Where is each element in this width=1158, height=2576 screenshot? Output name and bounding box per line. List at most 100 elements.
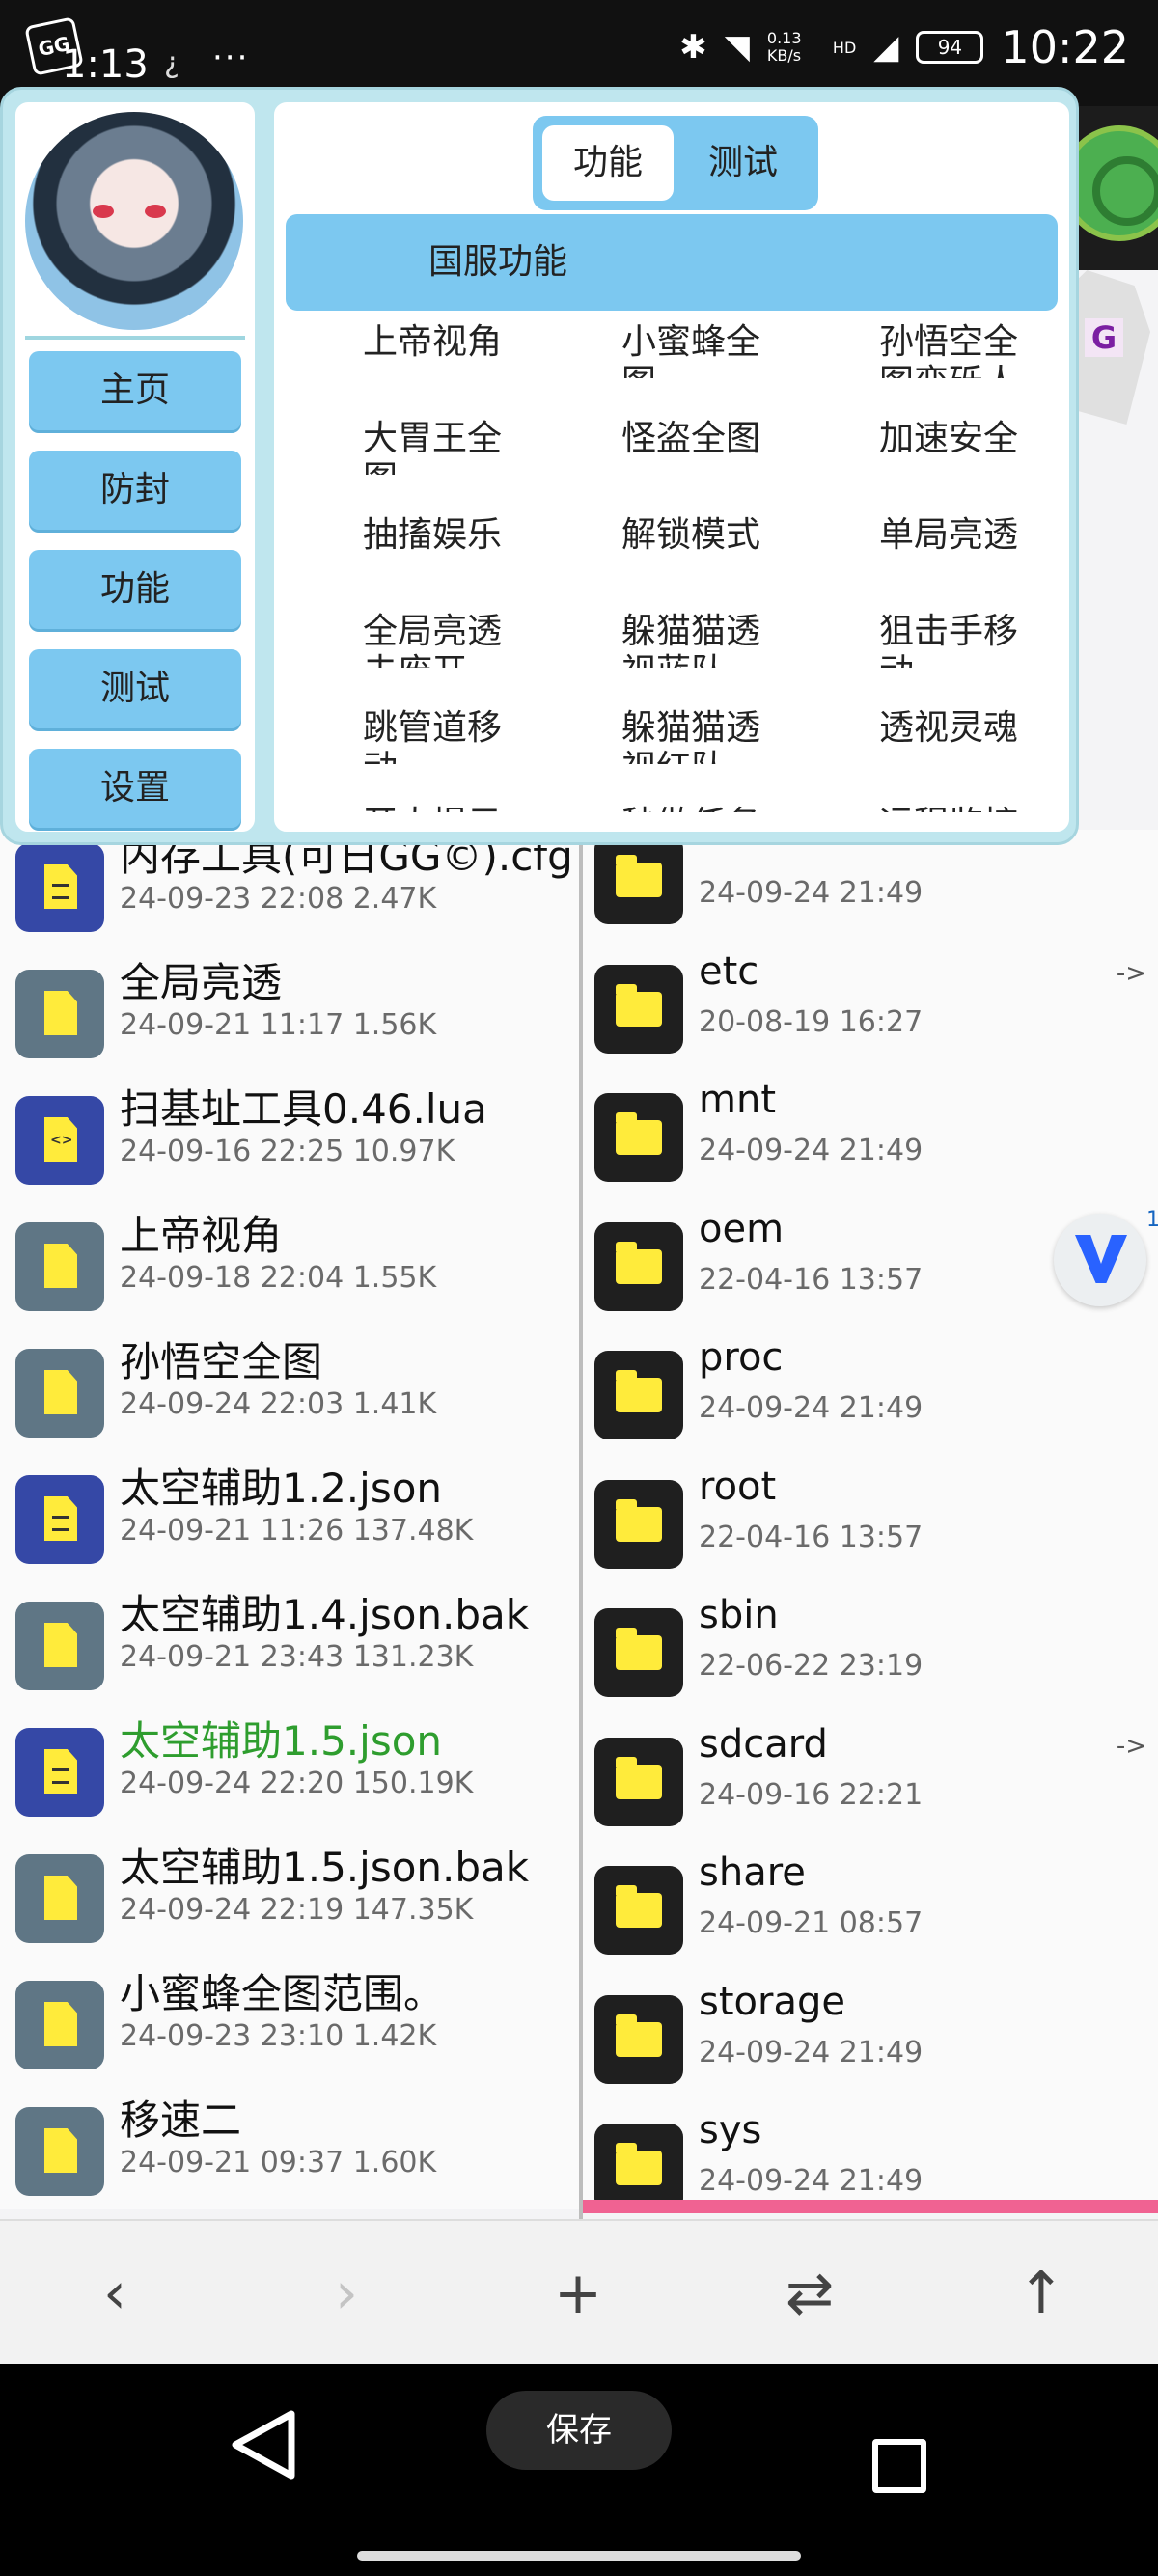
folder-name: share bbox=[699, 1850, 806, 1895]
back-icon[interactable]: ‹ bbox=[71, 2250, 158, 2337]
up-icon[interactable]: ↑ bbox=[998, 2250, 1085, 2337]
file-row[interactable]: <> 扫基址工具0.46.lua 24-09-16 22:25 10.97K bbox=[0, 1067, 579, 1192]
file-row[interactable]: 孙悟空全图 24-09-24 22:03 1.41K bbox=[0, 1320, 579, 1445]
tab-bar: 功能 测试 bbox=[533, 116, 818, 210]
feature-item[interactable]: 孙悟空全图变砾人 bbox=[879, 322, 1034, 378]
network-speed: 0.13 KB/s bbox=[766, 29, 802, 65]
file-row[interactable]: 上帝视角 24-09-18 22:04 1.55K bbox=[0, 1193, 579, 1319]
folder-row[interactable]: sbin 22-06-22 23:19 bbox=[583, 1579, 1158, 1708]
forward-icon[interactable]: › bbox=[303, 2250, 390, 2337]
folder-icon bbox=[594, 1479, 683, 1569]
folder-row[interactable]: root 22-04-16 13:57 bbox=[583, 1451, 1158, 1579]
folder-meta: 24-09-24 21:49 bbox=[699, 2035, 924, 2069]
bottom-toolbar: ‹ › + ⇄ ↑ bbox=[0, 2219, 1158, 2364]
folder-icon bbox=[594, 1866, 683, 1955]
folder-icon bbox=[594, 1737, 683, 1826]
sidebar-item-4[interactable]: 测试 bbox=[29, 649, 241, 728]
folder-name: oem bbox=[699, 1206, 785, 1251]
feature-item[interactable]: 小蜜蜂全图 bbox=[621, 322, 776, 378]
symlink-arrow: -> bbox=[1116, 958, 1146, 988]
feature-item[interactable]: 远程监控 bbox=[879, 805, 1034, 812]
sidebar-item-5[interactable]: 设置 bbox=[29, 749, 241, 828]
file-meta: 24-09-24 22:19 147.35K bbox=[120, 1893, 474, 1927]
folder-icon bbox=[594, 1994, 683, 2084]
folder-row[interactable]: mnt 24-09-24 21:49 bbox=[583, 1064, 1158, 1192]
file-row[interactable]: 全局亮透 24-09-21 11:17 1.56K bbox=[0, 941, 579, 1066]
feature-item[interactable]: 躲猫猫透视红队 bbox=[621, 708, 776, 764]
tab-test[interactable]: 测试 bbox=[677, 125, 809, 201]
file-doc-icon bbox=[15, 1349, 104, 1438]
floating-v-icon[interactable]: 1 bbox=[1054, 1208, 1158, 1306]
feature-item[interactable]: 全局亮透去废开 bbox=[363, 612, 517, 668]
file-meta: 24-09-21 23:43 131.23K bbox=[120, 1640, 474, 1674]
file-row[interactable]: 移速二 24-09-21 09:37 1.60K bbox=[0, 2078, 579, 2204]
file-meta: 24-09-21 11:17 1.56K bbox=[120, 1008, 437, 1042]
signal-icon: ◢ bbox=[873, 28, 899, 67]
sidebar-item-3[interactable]: 功能 bbox=[29, 550, 241, 629]
folder-row[interactable]: storage 24-09-24 21:49 bbox=[583, 1966, 1158, 2095]
file-row[interactable]: 小蜜蜂全图范围。 24-09-23 23:10 1.42K bbox=[0, 1952, 579, 2077]
folder-row[interactable]: proc 24-09-24 21:49 bbox=[583, 1322, 1158, 1450]
folder-name: proc bbox=[699, 1335, 784, 1380]
feature-item[interactable]: 躲猫猫透视蓝队 bbox=[621, 612, 776, 668]
folder-icon bbox=[594, 964, 683, 1054]
file-row[interactable]: 太空辅助1.5.json 24-09-24 22:20 150.19K bbox=[0, 1699, 579, 1824]
system-nav-bar: 保存 bbox=[0, 2364, 1158, 2576]
file-row[interactable]: 太空辅助1.2.json 24-09-21 11:26 137.48K bbox=[0, 1446, 579, 1572]
file-row[interactable]: 太空辅助1.5.json.bak 24-09-24 22:19 147.35K bbox=[0, 1825, 579, 1951]
feature-item[interactable]: 上帝视角 bbox=[363, 322, 517, 378]
feature-item[interactable]: 大胃王全图 bbox=[363, 419, 517, 475]
gg-float-icon[interactable]: G bbox=[1071, 270, 1150, 425]
file-doc-icon bbox=[15, 2107, 104, 2196]
home-indicator[interactable] bbox=[357, 2551, 801, 2561]
nav-recents-icon[interactable] bbox=[872, 2439, 926, 2493]
section-header[interactable]: 国服功能 bbox=[286, 214, 1058, 311]
folder-meta: 24-09-24 21:49 bbox=[699, 1134, 924, 1167]
feature-item[interactable]: 解锁模式 bbox=[621, 515, 776, 571]
folder-meta: 24-09-24 21:49 bbox=[699, 2164, 924, 2198]
folder-row[interactable]: etc 20-08-19 16:27 -> bbox=[583, 936, 1158, 1064]
file-name: 小蜜蜂全图范围。 bbox=[120, 1970, 445, 2017]
folder-meta: 20-08-19 16:27 bbox=[699, 1004, 924, 1039]
file-doc-icon bbox=[15, 1981, 104, 2069]
feature-item[interactable]: 秒做任务 bbox=[621, 805, 776, 812]
bluetooth-icon: ✱ bbox=[679, 28, 707, 67]
folder-name: storage bbox=[699, 1979, 845, 2024]
folder-icon bbox=[594, 1221, 683, 1311]
file-name: 太空辅助1.4.json.bak bbox=[120, 1591, 530, 1638]
menu-content: 功能 测试 国服功能 上帝视角 小蜜蜂全图 孙悟空全图变砾人大胃王全图 怪盗全图 加速安… bbox=[271, 99, 1072, 835]
feature-item[interactable]: 加速安全 bbox=[879, 419, 1034, 475]
folder-meta: 24-09-24 21:49 bbox=[699, 1391, 924, 1425]
feature-item[interactable]: 开大提示 bbox=[363, 805, 517, 812]
swap-icon[interactable]: ⇄ bbox=[766, 2250, 853, 2337]
file-name: 扫基址工具0.46.lua bbox=[120, 1085, 487, 1133]
file-name: 全局亮透 bbox=[120, 959, 283, 1006]
feature-item[interactable]: 抽搐娱乐 bbox=[363, 515, 517, 571]
folder-row[interactable]: share 24-09-21 08:57 bbox=[583, 1837, 1158, 1965]
file-name: 上帝视角 bbox=[120, 1212, 283, 1259]
nav-back-icon[interactable] bbox=[228, 2408, 297, 2481]
sidebar-item-2[interactable]: 防封 bbox=[29, 451, 241, 530]
folder-icon bbox=[594, 1093, 683, 1182]
folder-meta: 22-04-16 13:57 bbox=[699, 1520, 924, 1554]
symlink-arrow: -> bbox=[1116, 1731, 1146, 1761]
tab-function[interactable]: 功能 bbox=[542, 125, 674, 201]
file-meta: 24-09-21 11:26 137.48K bbox=[120, 1514, 474, 1548]
folder-meta: 22-04-16 13:57 bbox=[699, 1262, 924, 1297]
feature-item[interactable]: 狙击手移动 bbox=[879, 612, 1034, 668]
more-notifications-icon: ··· bbox=[212, 39, 250, 77]
feature-item[interactable]: 跳管道移动 bbox=[363, 708, 517, 764]
folder-meta: 24-09-16 22:21 bbox=[699, 1777, 924, 1812]
save-button[interactable]: 保存 bbox=[486, 2391, 672, 2470]
add-icon[interactable]: + bbox=[535, 2250, 621, 2337]
file-code-icon: <> bbox=[15, 1096, 104, 1185]
file-list-left: 内存工具(可日GG©).cfg 24-09-23 22:08 2.47K 全局亮透 2… bbox=[0, 830, 579, 2209]
folder-name: sdcard bbox=[699, 1721, 828, 1767]
feature-item[interactable]: 怪盗全图 bbox=[621, 419, 776, 475]
folder-row[interactable]: sdcard 24-09-16 22:21 -> bbox=[583, 1709, 1158, 1837]
file-doc-lines-icon bbox=[15, 843, 104, 932]
feature-item[interactable]: 单局亮透 bbox=[879, 515, 1034, 571]
sidebar-item-1[interactable]: 主页 bbox=[29, 351, 241, 430]
feature-item[interactable]: 透视灵魂 bbox=[879, 708, 1034, 764]
file-row[interactable]: 太空辅助1.4.json.bak 24-09-21 23:43 131.23K bbox=[0, 1573, 579, 1698]
